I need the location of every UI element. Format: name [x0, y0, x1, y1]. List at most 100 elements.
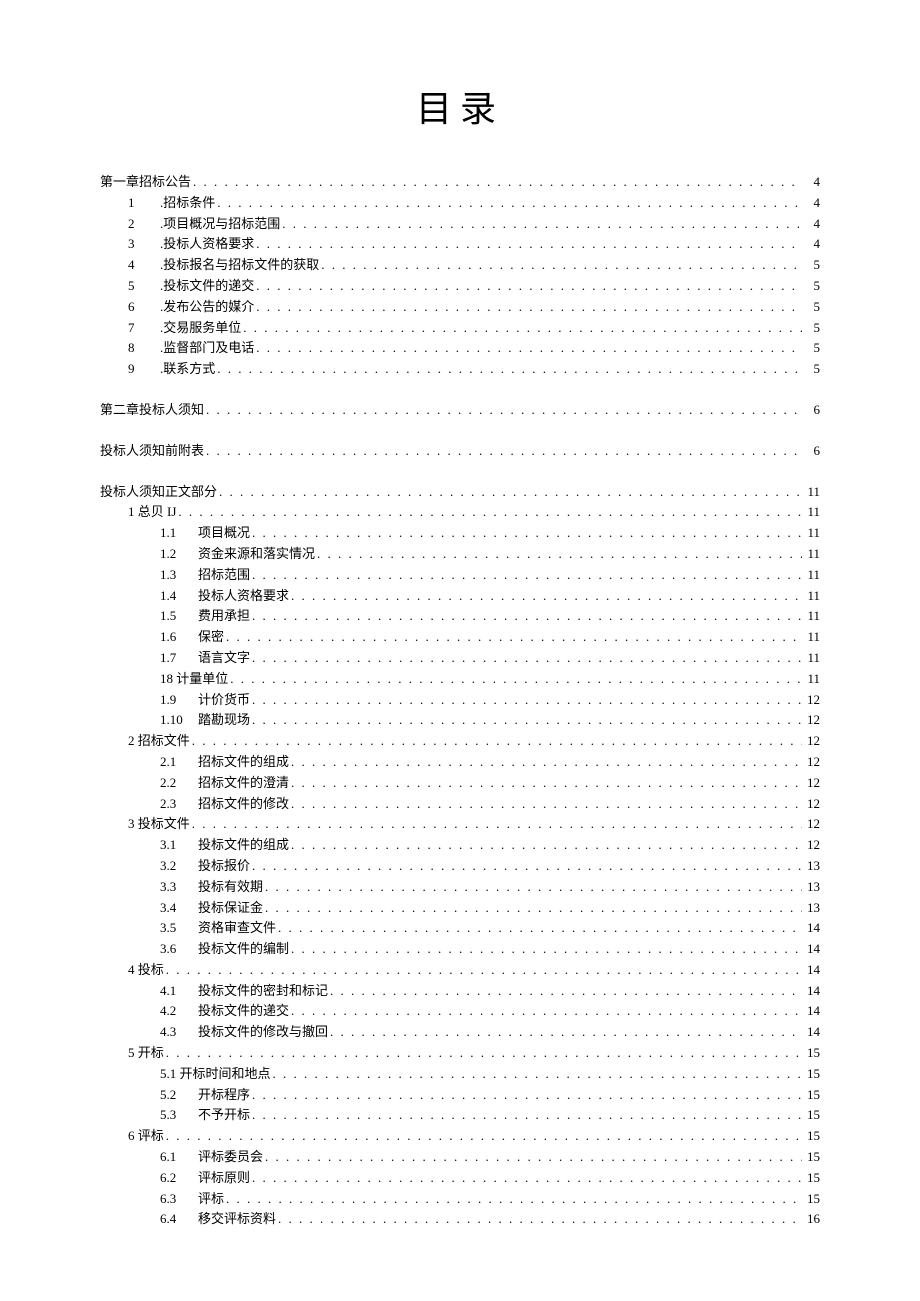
toc-entry-number: 1.9 — [160, 690, 198, 711]
toc-entry: 3.6投标文件的编制14 — [100, 939, 820, 960]
toc-entry-label: 投标人资格要求 — [198, 586, 289, 607]
toc-leader-dots — [252, 1105, 802, 1126]
toc-entry-label: 项目概况 — [198, 523, 250, 544]
toc-entry-page: 12 — [804, 752, 820, 773]
toc-entry-label: 投标文件的修改与撤回 — [198, 1022, 328, 1043]
toc-leader-dots — [193, 172, 802, 193]
toc-entry-label: 投标文件的组成 — [198, 835, 289, 856]
toc-entry-number: 6.1 — [160, 1147, 198, 1168]
toc-entry: 4.3投标文件的修改与撤回14 — [100, 1022, 820, 1043]
toc-entry: 2.项目概况与招标范围4 — [100, 214, 820, 235]
toc-entry-page: 12 — [804, 690, 820, 711]
toc-entry-page: 11 — [804, 565, 820, 586]
toc-entry: 5.2开标程序15 — [100, 1085, 820, 1106]
toc-entry-page: 14 — [804, 1001, 820, 1022]
toc-entry: 5.1 开标时间和地点 15 — [100, 1064, 820, 1085]
toc-entry-number: 1.7 — [160, 648, 198, 669]
toc-leader-dots — [265, 898, 802, 919]
toc-leader-dots — [291, 939, 802, 960]
toc-entry-number: 1.3 — [160, 565, 198, 586]
toc-entry-page: 13 — [804, 856, 820, 877]
toc-leader-dots — [166, 1126, 802, 1147]
toc-entry-number: 3.5 — [160, 918, 198, 939]
toc-entry-label: 不予开标 — [198, 1105, 250, 1126]
toc-entry-page: 11 — [804, 669, 820, 690]
toc-entry-number: 1.2 — [160, 544, 198, 565]
toc-leader-dots — [256, 276, 802, 297]
toc-entry: 1.9计价货币12 — [100, 690, 820, 711]
toc-leader-dots — [256, 297, 802, 318]
toc-entry: 9.联系方式5 — [100, 359, 820, 380]
toc-leader-dots — [206, 441, 802, 462]
toc-entry-label: 第二章投标人须知 — [100, 400, 204, 421]
toc-entry-label: 1 总贝 IJ — [128, 502, 176, 523]
toc-entry-page: 12 — [804, 794, 820, 815]
toc-leader-dots — [166, 960, 802, 981]
toc-leader-dots — [252, 648, 802, 669]
toc-entry: 第一章招标公告4 — [100, 172, 820, 193]
toc-entry: 5.投标文件的递交5 — [100, 276, 820, 297]
toc-leader-dots — [217, 359, 802, 380]
toc-entry-number: 3.4 — [160, 898, 198, 919]
toc-entry-page: 15 — [804, 1064, 820, 1085]
toc-entry-number: 3.2 — [160, 856, 198, 877]
toc-entry-page: 11 — [804, 606, 820, 627]
toc-entry: 1.招标条件4 — [100, 193, 820, 214]
toc-entry-page: 13 — [804, 898, 820, 919]
toc-leader-dots — [226, 627, 802, 648]
toc-entry: 1.4投标人资格要求11 — [100, 586, 820, 607]
toc-entry-label: .投标文件的递交 — [160, 276, 254, 297]
toc-entry-page: 11 — [804, 523, 820, 544]
toc-leader-dots — [252, 1085, 802, 1106]
toc-entry-page: 11 — [804, 586, 820, 607]
toc-entry-label: .投标报名与招标文件的获取 — [160, 255, 319, 276]
toc-entry-label: .投标人资格要求 — [160, 234, 254, 255]
toc-entry-page: 15 — [804, 1189, 820, 1210]
toc-entry-page: 15 — [804, 1168, 820, 1189]
toc-entry-label: 5.1 开标时间和地点 — [160, 1064, 271, 1085]
toc-leader-dots — [265, 1147, 802, 1168]
toc-leader-dots — [265, 877, 802, 898]
toc-leader-dots — [256, 338, 802, 359]
toc-entry-page: 12 — [804, 814, 820, 835]
toc-entry-page: 5 — [804, 276, 820, 297]
toc-leader-dots — [252, 565, 802, 586]
toc-leader-dots — [217, 193, 802, 214]
toc-entry: 2.1招标文件的组成 12 — [100, 752, 820, 773]
toc-entry-label: 开标程序 — [198, 1085, 250, 1106]
toc-entry: 4.投标报名与招标文件的获取5 — [100, 255, 820, 276]
toc-entry-page: 12 — [804, 710, 820, 731]
toc-entry-number: 6.4 — [160, 1209, 198, 1230]
toc-entry-number: 2.1 — [160, 752, 198, 773]
toc-entry: 1.1项目概况11 — [100, 523, 820, 544]
toc-entry-page: 12 — [804, 835, 820, 856]
document-page: 目录 第一章招标公告41.招标条件42.项目概况与招标范围43.投标人资格要求4… — [0, 0, 920, 1290]
toc-entry-page: 11 — [804, 544, 820, 565]
toc-entry-page: 15 — [804, 1043, 820, 1064]
toc-leader-dots — [230, 669, 802, 690]
toc-leader-dots — [178, 502, 802, 523]
toc-entry-label: .监督部门及电话 — [160, 338, 254, 359]
toc-entry-page: 6 — [804, 400, 820, 421]
toc-entry-label: 投标人须知正文部分 — [100, 482, 217, 503]
toc-entry-label: 投标有效期 — [198, 877, 263, 898]
toc-entry-label: 6 评标 — [128, 1126, 164, 1147]
toc-entry: 3.2投标报价13 — [100, 856, 820, 877]
toc-entry-page: 14 — [804, 981, 820, 1002]
toc-entry-page: 15 — [804, 1147, 820, 1168]
toc-entry-label: 评标委员会 — [198, 1147, 263, 1168]
toc-leader-dots — [256, 234, 802, 255]
toc-entry-label: .联系方式 — [160, 359, 215, 380]
toc-leader-dots — [291, 773, 802, 794]
toc-entry-number: 1.5 — [160, 606, 198, 627]
toc-entry-number: 4.3 — [160, 1022, 198, 1043]
toc-entry-page: 5 — [804, 318, 820, 339]
toc-entry: 1 总贝 IJ11 — [100, 502, 820, 523]
toc-leader-dots — [321, 255, 802, 276]
toc-entry: 3.4投标保证金13 — [100, 898, 820, 919]
toc-entry-number: 2.3 — [160, 794, 198, 815]
toc-leader-dots — [252, 606, 802, 627]
toc-entry-label: 招标文件的组成 — [198, 752, 289, 773]
toc-entry: 3.1投标文件的组成12 — [100, 835, 820, 856]
toc-entry: 1.3招标范围11 — [100, 565, 820, 586]
